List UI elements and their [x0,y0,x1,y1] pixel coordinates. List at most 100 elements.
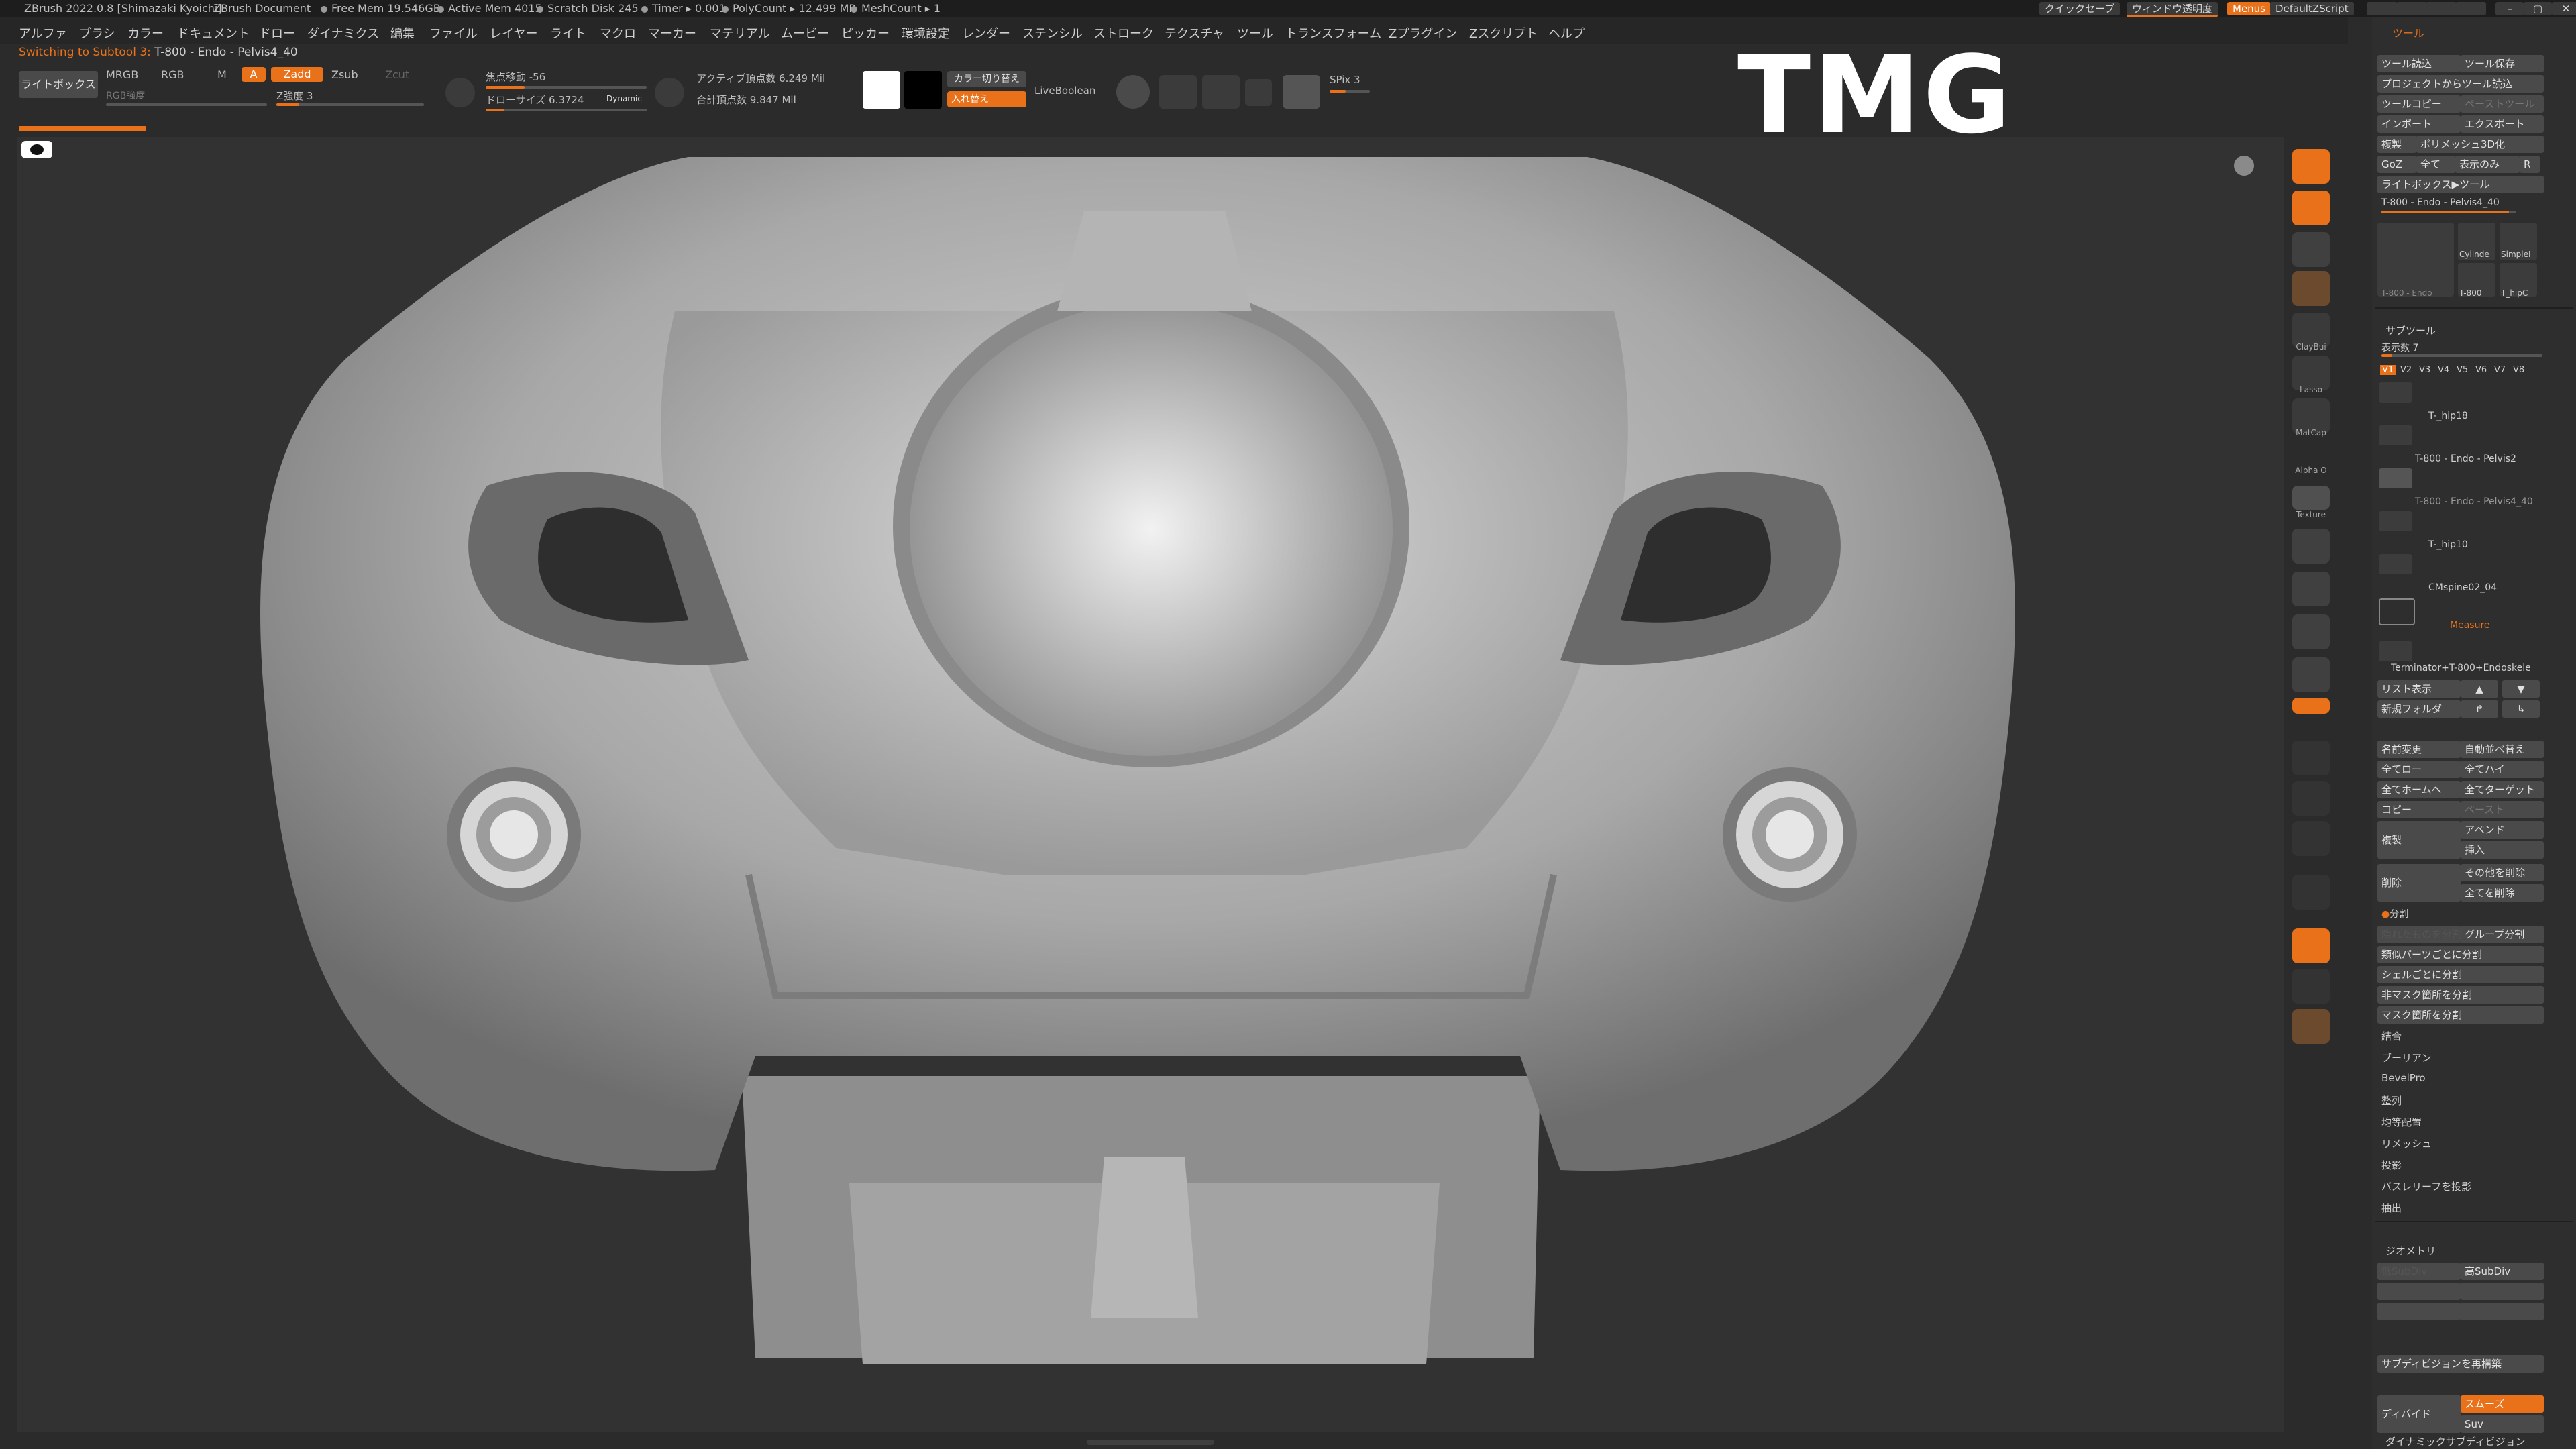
secondary-color-swatch[interactable] [904,71,942,109]
window-transparency-button[interactable]: ウィンドウ透明度 [2127,2,2218,17]
subtool-item[interactable]: Terminator+T-800+Endoskele [2391,663,2531,674]
append-button[interactable]: アペンド [2461,821,2544,839]
menu-alpha[interactable]: アルファ [19,24,67,42]
menu-render[interactable]: レンダー [962,24,1010,42]
dynamic-toggle[interactable]: Dynamic [606,94,642,103]
align-section[interactable]: 整列 [2381,1093,2402,1108]
xyz-toggle[interactable] [2292,698,2330,714]
menu-color[interactable]: カラー [127,24,164,42]
insert-button[interactable]: 挿入 [2461,841,2544,859]
menu-dynamics[interactable]: ダイナミクス [307,24,379,42]
menu-document[interactable]: ドキュメント [177,24,250,42]
divide-button[interactable]: ディバイド [2377,1395,2461,1433]
sdiv-slider[interactable] [2377,1283,2461,1300]
draw-mode-icon[interactable] [2292,191,2330,225]
all-to-home-button[interactable]: 全てホームへ [2377,781,2461,798]
menu-edit[interactable]: 編集 [390,24,415,42]
delete-all-button[interactable]: 全てを削除 [2461,884,2544,902]
lock-icon[interactable] [1245,79,1272,106]
layout-icon[interactable] [2426,2,2457,15]
maximize-icon[interactable]: ▢ [2524,2,2552,15]
load-tool-button[interactable]: ツール読込 [2377,55,2461,72]
merge-section[interactable]: 結合 [2381,1029,2402,1043]
split-similar-button[interactable]: 類似パーツごとに分割 [2377,946,2544,963]
version-v6[interactable]: V6 [2475,365,2487,375]
perspective-icon[interactable] [1159,75,1197,109]
zadd-button[interactable]: Zadd [271,67,323,82]
menu-zscript[interactable]: Zスクリプト [1469,24,1538,42]
menu-movie[interactable]: ムービー [781,24,829,42]
transp-icon[interactable] [2292,969,2330,1004]
boolean-section[interactable]: ブーリアン [2381,1051,2431,1065]
subtool-thumb[interactable] [2379,641,2412,661]
distribute-section[interactable]: 均等配置 [2381,1115,2422,1129]
version-v3[interactable]: V3 [2419,365,2430,375]
subtool-item[interactable]: CMspine02_04 [2428,582,2497,593]
subtool-section-title[interactable]: サブツール [2385,323,2436,337]
polyf-icon[interactable] [2292,875,2330,910]
rgb-intensity-slider[interactable] [106,103,267,106]
move-down-icon[interactable]: ▼ [2502,680,2540,698]
all-low-button[interactable]: 全てロー [2377,761,2461,778]
local-icon[interactable] [2292,741,2330,775]
tool-thumbnail-main[interactable] [2377,223,2454,297]
rebuild-subdiv-button[interactable]: サブディビジョンを再構築 [2377,1355,2544,1373]
copy-subtool-button[interactable]: コピー [2377,801,2461,818]
extract-section[interactable]: 抽出 [2381,1201,2402,1215]
bevelpro-section[interactable]: BevelPro [2381,1072,2426,1084]
rename-button[interactable]: 名前変更 [2377,741,2461,758]
menu-tool[interactable]: ツール [1237,24,1273,42]
solo-icon[interactable] [2292,928,2330,963]
default-zscript-button[interactable]: DefaultZScript [2270,2,2354,15]
subtool-item[interactable]: T-_hip18 [2428,411,2468,421]
import-button[interactable]: インポート [2377,115,2461,133]
goz-all-button[interactable]: 全て [2416,156,2455,173]
menu-draw[interactable]: ドロー [259,24,295,42]
menu-stroke[interactable]: ストローク [1093,24,1154,42]
move-up-icon[interactable]: ▲ [2461,680,2498,698]
version-v1[interactable]: V1 [2380,365,2396,375]
delete-other-button[interactable]: その他を削除 [2461,864,2544,881]
subtool-thumb[interactable] [2379,554,2412,574]
menu-preferences[interactable]: 環境設定 [902,24,950,42]
make-polymesh-button[interactable]: ポリメッシュ3D化 [2416,136,2544,153]
list-all-button[interactable]: リスト表示 [2377,680,2461,698]
subtool-thumb[interactable] [2379,511,2412,531]
menu-file[interactable]: ファイル [429,24,478,42]
menu-layer[interactable]: レイヤー [490,24,537,42]
spix-slider[interactable] [1330,90,1370,93]
lightbox-tools-button[interactable]: ライトボックス▶ツール [2377,176,2544,193]
texture-icon[interactable] [2292,486,2330,510]
layout-icon[interactable] [2396,2,2427,15]
subtool-thumb[interactable] [2379,468,2412,488]
polyframe-icon[interactable] [1202,75,1240,109]
menus-button[interactable]: Menus [2227,2,2271,15]
menu-macro[interactable]: マクロ [600,24,636,42]
higher-res-button[interactable]: 高SubDiv [2461,1263,2544,1280]
project-bas-relief-section[interactable]: バスレリーフを投影 [2381,1179,2471,1193]
menu-material[interactable]: マテリアル [710,24,770,42]
delete-button[interactable]: 削除 [2377,864,2461,902]
menu-light[interactable]: ライト [550,24,586,42]
symmetry-icon[interactable] [2292,821,2330,856]
split-hidden-button[interactable]: 隠れたものを分割 [2377,926,2461,943]
dynamic-subdiv-section[interactable]: ダイナミックサブディビジョン [2385,1434,2526,1448]
bottom-scrollbar[interactable] [1087,1440,1214,1445]
sphere-brush-icon[interactable] [2292,271,2330,306]
arrow-down-icon[interactable]: ↳ [2502,700,2540,718]
mrgb-button[interactable]: MRGB [106,68,138,81]
subtool-item[interactable]: T-_hip10 [2428,539,2468,550]
main-color-swatch[interactable] [863,71,900,109]
split-unmasked-button[interactable]: 非マスク箇所を分割 [2377,986,2544,1004]
split-section-title[interactable]: ●分割 [2381,907,2408,920]
geometry-section-title[interactable]: ジオメトリ [2385,1244,2436,1258]
menu-picker[interactable]: ピッカー [841,24,890,42]
del-lower-button[interactable] [2377,1303,2461,1320]
groups-split-button[interactable]: グループ分割 [2461,926,2544,943]
goz-r-button[interactable]: R [2520,156,2540,173]
del-higher-button[interactable] [2461,1303,2544,1320]
visible-count-slider[interactable] [2381,354,2542,357]
menu-zplugin[interactable]: Zプラグイン [1389,24,1457,42]
edit-mode-icon[interactable] [2292,149,2330,184]
goz-visible-button[interactable]: 表示のみ [2455,156,2520,173]
